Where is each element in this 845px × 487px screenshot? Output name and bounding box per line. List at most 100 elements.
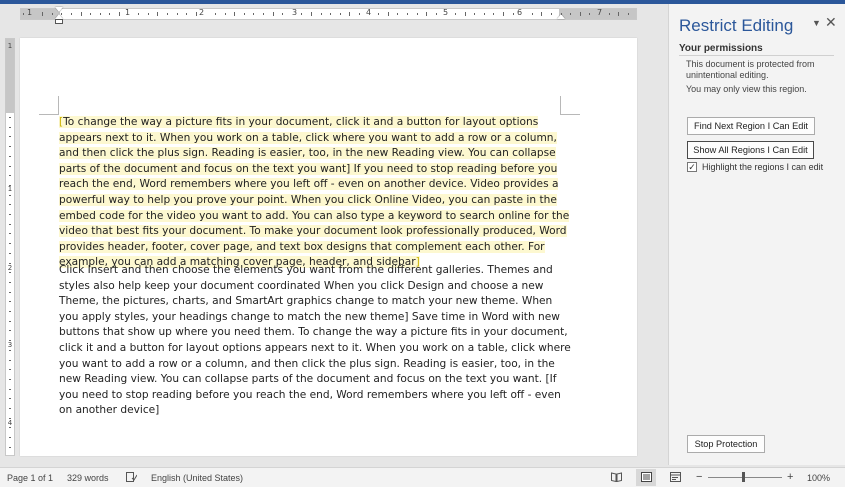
highlight-regions-label[interactable]: Highlight the regions I can edit bbox=[702, 162, 823, 172]
highlight-regions-option[interactable]: ✓ Highlight the regions I can edit bbox=[687, 162, 823, 172]
zoom-slider-thumb[interactable] bbox=[742, 472, 745, 482]
left-indent-marker[interactable] bbox=[55, 19, 63, 24]
ruler-tick bbox=[282, 13, 284, 15]
paragraph-text: To change the way a picture fits in your… bbox=[59, 116, 570, 269]
crop-mark bbox=[39, 114, 59, 115]
ruler-tick bbox=[9, 165, 11, 167]
ruler-tick bbox=[224, 13, 226, 15]
ruler-tick bbox=[579, 12, 581, 16]
ruler-tick bbox=[9, 408, 11, 409]
ruler-tick bbox=[9, 291, 11, 293]
ruler-tick bbox=[9, 359, 11, 361]
ruler-tick bbox=[9, 204, 11, 206]
ruler-number: 5 bbox=[443, 8, 449, 17]
ruler-tick bbox=[253, 13, 255, 15]
ruler-tick bbox=[9, 398, 11, 400]
ruler-tick bbox=[9, 262, 11, 264]
ruler-tick bbox=[9, 214, 11, 215]
ruler-tick bbox=[51, 13, 53, 15]
ruler-tick bbox=[397, 13, 399, 15]
ruler-tick bbox=[9, 233, 11, 235]
ruler-tick bbox=[9, 117, 11, 118]
ruler-tick bbox=[627, 13, 629, 15]
ruler-tick bbox=[378, 13, 380, 15]
ruler-tick bbox=[339, 13, 341, 15]
ruler-tick bbox=[9, 281, 11, 283]
ruler-tick bbox=[9, 330, 11, 332]
ruler-number: 1 bbox=[7, 185, 13, 193]
zoom-level[interactable]: 100% bbox=[807, 473, 830, 483]
ruler-tick bbox=[9, 437, 11, 439]
ruler-tick bbox=[9, 126, 11, 128]
ruler-tick bbox=[301, 13, 303, 15]
ruler-tick bbox=[9, 320, 11, 322]
crop-mark bbox=[58, 96, 59, 115]
ruler-tick bbox=[618, 12, 620, 16]
ruler-tick bbox=[493, 13, 495, 15]
ruler-tick bbox=[9, 340, 11, 342]
read-mode-icon[interactable] bbox=[611, 472, 622, 482]
ruler-tick bbox=[243, 13, 245, 15]
ruler-tick bbox=[455, 13, 456, 15]
ruler-tick bbox=[272, 12, 274, 16]
ruler-tick bbox=[9, 136, 11, 138]
pane-options-dropdown-icon[interactable]: ▼ bbox=[812, 18, 821, 28]
body-paragraph[interactable]: Click Insert and then choose the element… bbox=[59, 263, 574, 419]
ruler-tick bbox=[42, 12, 44, 16]
ruler-tick bbox=[99, 13, 101, 15]
ruler-tick bbox=[9, 311, 11, 312]
protected-notice: This document is protected from unintent… bbox=[686, 59, 815, 80]
language-indicator[interactable]: English (United States) bbox=[151, 473, 243, 483]
ruler-top-margin bbox=[6, 39, 14, 113]
highlight-regions-checkbox[interactable]: ✓ bbox=[687, 162, 697, 172]
proofing-icon[interactable] bbox=[126, 472, 137, 482]
ruler-tick bbox=[387, 12, 389, 16]
ruler-tick bbox=[426, 12, 428, 16]
ruler-tick bbox=[9, 427, 11, 429]
ruler-tick bbox=[176, 13, 178, 15]
print-layout-icon[interactable] bbox=[641, 472, 652, 482]
ruler-tick bbox=[9, 146, 11, 148]
find-next-region-button[interactable]: Find Next Region I Can Edit bbox=[687, 117, 815, 135]
pane-title: Restrict Editing bbox=[679, 16, 794, 35]
ruler-number: 3 bbox=[7, 341, 13, 349]
ruler-tick bbox=[435, 13, 437, 15]
ruler-tick bbox=[119, 12, 120, 16]
ruler-tick bbox=[9, 252, 11, 254]
stop-protection-button[interactable]: Stop Protection bbox=[687, 435, 765, 453]
ruler-tick bbox=[195, 12, 197, 16]
ruler-tick bbox=[541, 12, 543, 16]
ruler-tick bbox=[61, 13, 63, 15]
ruler-number: 6 bbox=[517, 8, 523, 17]
ruler-tick bbox=[234, 12, 236, 16]
ruler-tick bbox=[9, 243, 11, 245]
ruler-tick bbox=[138, 13, 140, 15]
view-only-notice: You may only view this region. bbox=[686, 84, 807, 94]
zoom-slider-track[interactable] bbox=[708, 477, 782, 478]
ruler-tick bbox=[9, 223, 11, 225]
editable-region-paragraph[interactable]: [To change the way a picture fits in you… bbox=[59, 115, 574, 271]
ruler-number: 1 bbox=[27, 8, 33, 17]
first-line-indent-marker[interactable] bbox=[55, 7, 63, 12]
zoom-out-button[interactable]: − bbox=[696, 471, 702, 483]
ruler-tick bbox=[215, 13, 216, 15]
ruler-tick bbox=[9, 175, 11, 177]
word-count[interactable]: 329 words bbox=[67, 473, 109, 483]
zoom-in-button[interactable]: + bbox=[787, 471, 793, 483]
ruler-tick bbox=[80, 12, 82, 16]
pane-close-icon[interactable]: ✕ bbox=[825, 14, 837, 31]
ruler-number: 3 bbox=[292, 8, 298, 17]
ruler-tick bbox=[109, 13, 111, 15]
ruler-tick bbox=[320, 13, 322, 15]
ruler-tick bbox=[551, 13, 552, 15]
page-count[interactable]: Page 1 of 1 bbox=[7, 473, 53, 483]
vertical-ruler[interactable]: 1 1 2 3 4 bbox=[5, 38, 15, 456]
ruler-tick bbox=[9, 388, 11, 390]
ruler-tick bbox=[330, 13, 332, 15]
show-all-regions-button[interactable]: Show All Regions I Can Edit bbox=[687, 141, 814, 159]
document-page[interactable]: [To change the way a picture fits in you… bbox=[20, 38, 637, 456]
horizontal-ruler[interactable]: 1 1 2 3 4 5 6 7 bbox=[20, 7, 637, 24]
web-layout-icon[interactable] bbox=[670, 472, 681, 482]
ruler-tick bbox=[483, 13, 485, 15]
ruler-tick bbox=[407, 13, 408, 15]
